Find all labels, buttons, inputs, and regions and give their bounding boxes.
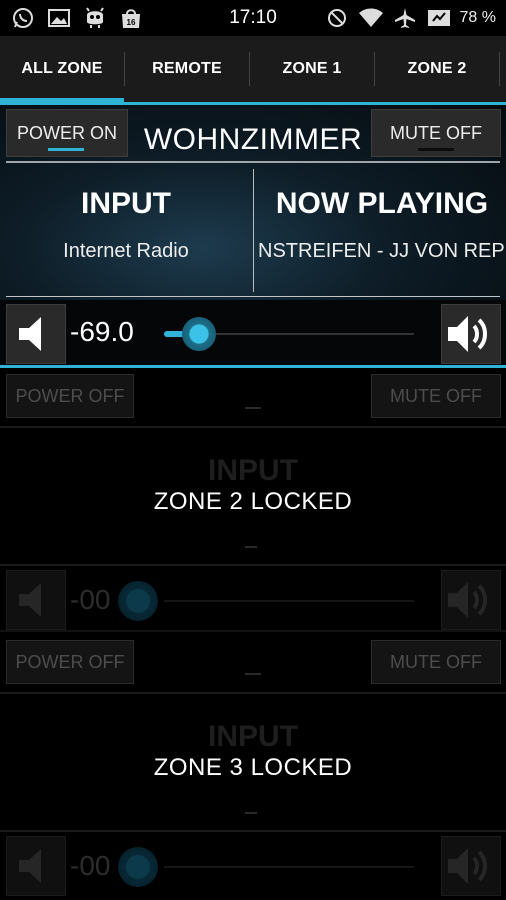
tab-all-zone[interactable]: ALL ZONE xyxy=(0,36,124,102)
power-button-label: POWER ON xyxy=(16,122,117,143)
speaker-low-icon xyxy=(19,583,41,617)
airplane-icon xyxy=(392,5,418,31)
zone-1-volume-row: -69.0 xyxy=(0,300,506,368)
zone-3-input-heading: INPUT xyxy=(208,720,298,753)
input-value-placeholder xyxy=(245,812,257,814)
zone-2-bottom-divider xyxy=(0,630,506,632)
tab-divider xyxy=(499,52,500,86)
tab-label: ZONE 1 xyxy=(282,60,342,77)
input-heading: INPUT xyxy=(81,187,171,220)
battery-icon xyxy=(426,5,452,31)
do-not-disturb-icon xyxy=(324,5,350,31)
zone-name-placeholder xyxy=(245,407,261,409)
zone-2-volume-down-button[interactable] xyxy=(6,570,66,630)
system-icons: 78 % xyxy=(324,5,496,31)
zone-2-header-divider xyxy=(0,426,506,428)
mute-button-label: MUTE OFF xyxy=(390,651,482,672)
speaker-high-icon xyxy=(448,848,487,884)
power-button-label: POWER OFF xyxy=(15,385,125,406)
speaker-low-icon xyxy=(19,849,41,883)
volume-up-button[interactable] xyxy=(441,304,501,364)
zone-1-header-divider xyxy=(6,161,500,163)
zone-name-placeholder xyxy=(245,673,261,675)
tab-label: REMOTE xyxy=(152,60,222,77)
zone-1-panel: POWER ON WOHNZIMMER MUTE OFF INPUT Inter… xyxy=(0,105,506,368)
status-bar: 16 17:10 78 % xyxy=(0,0,506,36)
speaker-high-icon xyxy=(448,582,487,618)
zone-tab-bar: ALL ZONE REMOTE ZONE 1 ZONE 2 xyxy=(0,36,506,104)
zone-2-volume-value: -00 xyxy=(70,584,111,615)
tab-label: ZONE 2 xyxy=(407,60,467,77)
zone-3-panel: POWER OFF MUTE OFF INPUT ZONE 3 LOCKED -… xyxy=(0,634,506,900)
zone-2-locked-message: ZONE 2 LOCKED xyxy=(153,488,353,515)
mute-button-label: MUTE OFF xyxy=(390,122,482,143)
zone-2-mute-button[interactable]: MUTE OFF xyxy=(371,374,501,418)
tab-zone-2[interactable]: ZONE 2 xyxy=(375,36,499,102)
input-value[interactable]: Internet Radio xyxy=(0,240,252,263)
zone-1-info-divider xyxy=(6,296,500,297)
speaker-high-icon xyxy=(448,316,487,352)
zone-3-locked-message: ZONE 3 LOCKED xyxy=(153,754,353,781)
zone-2-volume-slider-track[interactable] xyxy=(164,600,414,602)
zone-2-panel: POWER OFF MUTE OFF INPUT ZONE 2 LOCKED -… xyxy=(0,368,506,634)
zone-3-volume-up-button[interactable] xyxy=(441,836,501,896)
zone-1-name: WOHNZIMMER xyxy=(143,123,363,156)
zone-2-volume-slider-thumb[interactable] xyxy=(118,581,158,621)
zone-3-volume-down-button[interactable] xyxy=(6,836,66,896)
volume-slider-thumb[interactable] xyxy=(182,317,216,351)
volume-value: -69.0 xyxy=(70,316,134,347)
mute-button-label: MUTE OFF xyxy=(390,385,482,406)
zone-2-input-heading: INPUT xyxy=(208,454,298,487)
zone-3-volume-slider-track[interactable] xyxy=(164,866,414,868)
input-value-placeholder xyxy=(245,546,257,548)
column-divider xyxy=(253,169,254,292)
zone-3-mute-button[interactable]: MUTE OFF xyxy=(371,640,501,684)
now-playing-value: NSTREIFEN - JJ VON REP xyxy=(258,240,505,262)
zone-2-info-divider xyxy=(0,564,506,566)
zone-3-volume-value: -00 xyxy=(70,850,111,881)
volume-down-button[interactable] xyxy=(6,304,66,364)
zone-3-power-button[interactable]: POWER OFF xyxy=(6,640,134,684)
zone-2-power-button[interactable]: POWER OFF xyxy=(6,374,134,418)
zone-3-volume-slider-thumb[interactable] xyxy=(118,847,158,887)
power-on-indicator xyxy=(48,148,84,151)
now-playing-heading: NOW PLAYING xyxy=(275,187,489,220)
battery-percent: 78 % xyxy=(459,9,496,26)
zone-2-volume-up-button[interactable] xyxy=(441,570,501,630)
power-button-label: POWER OFF xyxy=(15,651,125,672)
zone-3-info-divider xyxy=(0,830,506,832)
wifi-icon xyxy=(358,5,384,31)
zone-3-header-divider xyxy=(0,692,506,694)
tab-zone-1[interactable]: ZONE 1 xyxy=(250,36,374,102)
tab-remote[interactable]: REMOTE xyxy=(125,36,249,102)
mute-indicator xyxy=(418,148,454,151)
speaker-low-icon xyxy=(19,317,41,351)
tab-label: ALL ZONE xyxy=(21,60,103,77)
